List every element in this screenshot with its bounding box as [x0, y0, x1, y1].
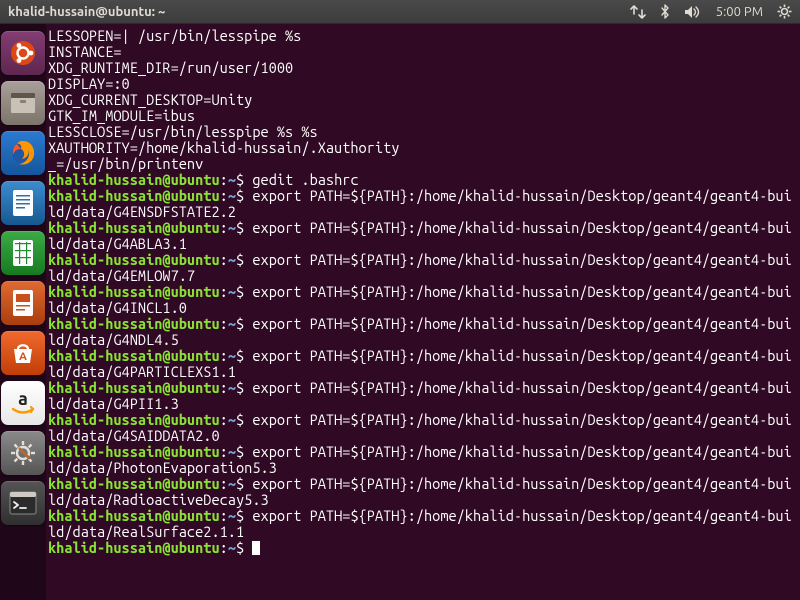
- terminal[interactable]: LESSOPEN=| /usr/bin/lesspipe %s INSTANCE…: [46, 24, 800, 600]
- window-title: khalid-hussain@ubuntu: ~: [8, 5, 165, 19]
- launcher: A a: [0, 24, 46, 600]
- launcher-files[interactable]: [0, 80, 46, 126]
- svg-text:A: A: [19, 351, 27, 363]
- launcher-writer[interactable]: [0, 180, 46, 226]
- cursor: [252, 541, 260, 555]
- launcher-terminal[interactable]: [0, 480, 46, 526]
- launcher-calc[interactable]: [0, 230, 46, 276]
- launcher-impress[interactable]: [0, 280, 46, 326]
- gear-icon[interactable]: [777, 4, 792, 19]
- launcher-settings[interactable]: [0, 430, 46, 476]
- svg-text:a: a: [18, 389, 28, 409]
- system-tray: 5:00 PM: [630, 4, 792, 19]
- main-area: A a LESSOPEN=| /usr/bin/lesspipe %s INST…: [0, 24, 800, 600]
- top-menubar: khalid-hussain@ubuntu: ~ 5:00 PM: [0, 0, 800, 24]
- launcher-firefox[interactable]: [0, 130, 46, 176]
- launcher-software-center[interactable]: A: [0, 330, 46, 376]
- launcher-ubuntu-dash[interactable]: [0, 30, 46, 76]
- volume-icon[interactable]: [684, 5, 702, 19]
- clock[interactable]: 5:00 PM: [716, 5, 763, 19]
- bluetooth-icon[interactable]: [660, 4, 670, 19]
- launcher-amazon[interactable]: a: [0, 380, 46, 426]
- network-icon[interactable]: [630, 5, 646, 19]
